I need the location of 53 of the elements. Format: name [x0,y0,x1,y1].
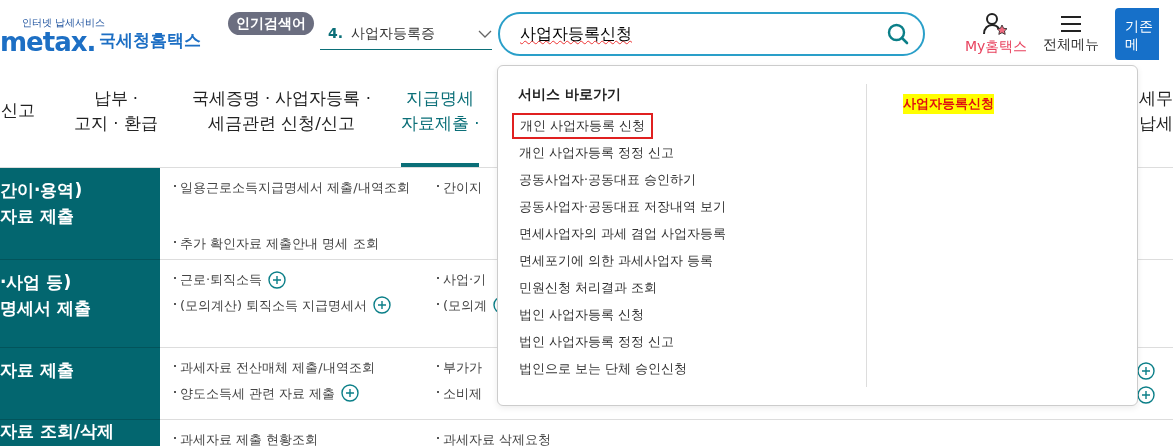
user-star-icon[interactable] [983,11,1010,36]
menu-link[interactable]: 근로·퇴직소득 [180,270,263,290]
suggestion-item[interactable]: 법인으로 보는 단체 승인신청 [512,356,694,382]
menu-link[interactable]: (모의계 [443,295,488,315]
menu-link[interactable]: 사업·기 [443,270,487,290]
suggestion-item[interactable]: 법인 사업자등록 정정 신고 [512,329,681,355]
nav-tab[interactable]: 납부 · 고지 · 환급 [74,68,158,167]
suggestion-item[interactable]: 법인 사업자등록 신청 [512,302,651,328]
menu-link[interactable]: 과세자료 삭제요청 [443,430,552,446]
popular-search-badge: 인기검색어 [228,11,314,35]
popular-search-select[interactable]: 4. 사업자등록증 [320,18,492,50]
my-hometax-link[interactable]: My홈택스 [965,35,1028,57]
suggestion-item[interactable]: 민원신청 처리결과 조회 [512,275,664,301]
suggestion-item[interactable]: 면세포기에 의한 과세사업자 등록 [512,248,720,274]
nav-tab[interactable]: 세무 납세 [1139,68,1173,167]
menu-link[interactable]: 추가 확인자료 제출안내 명세 조회 [180,233,379,253]
suggestion-item[interactable]: 공동사업자·공동대표 승인하기 [512,167,703,193]
plus-circle-icon[interactable] [373,296,392,315]
search-input[interactable]: 사업자등록신청 [518,21,887,47]
search-icon[interactable] [887,23,909,45]
nav-tab[interactable]: 국세증명 · 사업자등록 · 세금관련 신청/신고 [191,68,371,167]
menu-link[interactable]: (모의계산) 퇴직소득 지급명세서 [180,295,368,315]
classic-menu-button[interactable]: 기존 메 [1115,8,1160,60]
suggestion-item[interactable]: 공동사업자·공동대표 저장내역 보기 [512,194,733,220]
menu-link[interactable]: 부가가 [443,358,482,378]
panel-heading: 서비스 바로가기 [518,85,622,104]
plus-circle-icon[interactable] [341,384,360,403]
nav-tab[interactable]: 신고 [0,68,36,167]
keyword-suggestion[interactable]: 사업자등록신청 [903,94,994,114]
all-menu-link[interactable]: 전체메뉴 [1043,33,1100,55]
menu-icon[interactable] [1060,13,1083,34]
chevron-down-icon[interactable] [478,28,492,39]
menu-link[interactable]: 소비제 [443,383,482,403]
suggestion-item[interactable]: 면세사업자의 과세 겸업 사업자등록 [512,221,733,247]
section-heading: 간이·용역) 자료 제출 [0,168,160,260]
section-heading: 자료 조회/삭제 [0,420,160,446]
logo-name[interactable]: 국세청홈택스 [99,27,202,54]
menu-link[interactable]: 일용근로소득지급명세서 제출/내역조회 [180,178,410,198]
suggestion-item[interactable]: 개인 사업자등록 정정 신고 [512,140,681,166]
plus-circle-icon[interactable] [268,270,287,289]
nav-tab[interactable]: 지급명세 자료제출 · [401,68,480,167]
menu-link[interactable]: 과세자료 전산매체 제출/내역조회 [180,358,375,378]
suggestion-item[interactable]: 개인 사업자등록 신청 [512,113,653,139]
logo-tagline: 인터넷 납세서비스 [22,16,107,28]
logo-wordmark[interactable]: metax. [0,29,96,56]
menu-link[interactable]: 간이지 [443,178,482,198]
menu-link[interactable]: 과세자료 제출 현황조회 [180,430,319,446]
section-heading: ·사업 등) 명세서 제출 [0,260,160,348]
plus-circle-icon[interactable] [1137,386,1155,404]
section-heading: 자료 제출 [0,348,160,420]
search-box[interactable]: 사업자등록신청 [498,12,925,56]
menu-link[interactable]: 양도소득세 관련 자료 제출 [180,383,336,403]
plus-circle-icon[interactable] [1137,362,1155,380]
